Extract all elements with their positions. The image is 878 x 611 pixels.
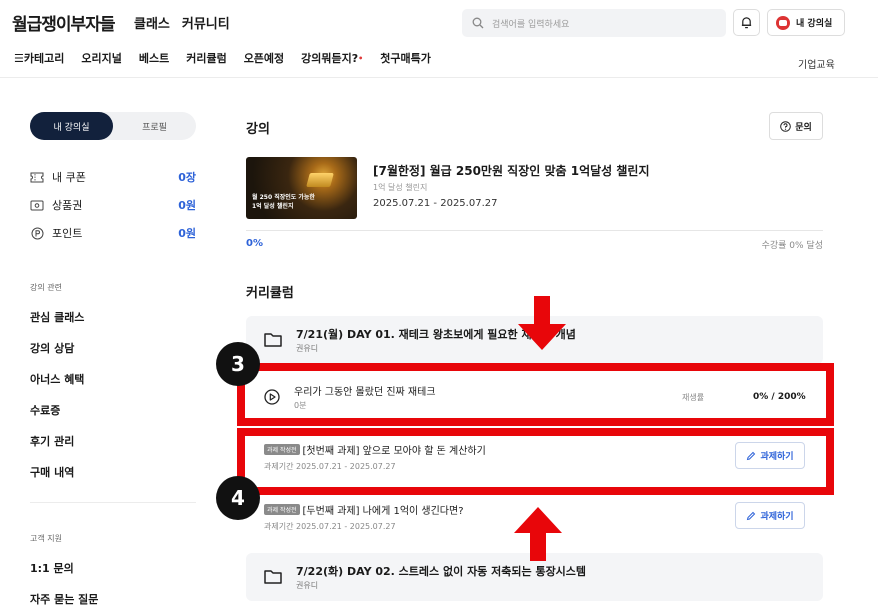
folder-icon xyxy=(264,570,282,584)
ticket-icon xyxy=(30,171,44,183)
my-lecture-label: 내 강의실 xyxy=(796,19,833,29)
notification-button[interactable] xyxy=(733,9,760,36)
folder-icon xyxy=(264,333,282,347)
course-title[interactable]: [7월한정] 월급 250만원 직장인 맞춤 1억달성 챌린지 xyxy=(373,162,650,179)
corp-edu-link[interactable]: 기업교육 xyxy=(798,56,835,71)
subnav-best[interactable]: 베스트 xyxy=(139,50,169,66)
my-lecture-button[interactable]: 내 강의실 xyxy=(767,9,845,36)
gold-bar-graphic xyxy=(306,173,334,187)
day2-title: 7/22(화) DAY 02. 스트레스 없이 자동 저축되는 통장시스템 xyxy=(296,565,587,578)
question-icon xyxy=(780,120,792,132)
course-thumbnail[interactable]: 월 250 직장인도 가능한 1억 달성 챌린지 xyxy=(246,157,357,219)
sidebar-item-reviews[interactable]: 후기 관리 xyxy=(30,433,74,449)
highlight-box-task xyxy=(237,428,834,495)
curriculum-heading: 커리큘럼 xyxy=(246,286,294,301)
sidebar-item-interest[interactable]: 관심 클래스 xyxy=(30,309,84,325)
lecture-heading: 강의 xyxy=(246,122,270,137)
inquiry-label: 문의 xyxy=(795,122,812,133)
course-subtitle: 1억 달성 챌린지 xyxy=(373,183,428,192)
subnav-open-soon[interactable]: 오픈예정 xyxy=(244,50,284,66)
progress-rate: 수강률 0% 달성 xyxy=(761,241,823,251)
tab-profile[interactable]: 프로필 xyxy=(113,112,196,140)
step-marker-4: 4 xyxy=(216,476,260,520)
sidebar-item-honors[interactable]: 아너스 혜택 xyxy=(30,371,84,387)
section-support-label: 고객 지원 xyxy=(30,534,62,543)
step-marker-3: 3 xyxy=(216,342,260,386)
sidebar-divider xyxy=(30,502,196,503)
new-dot: • xyxy=(358,54,364,63)
top-nav: 클래스 커뮤니티 xyxy=(134,13,230,32)
subnav-category[interactable]: ☰카테고리 xyxy=(14,50,64,66)
sub-nav: ☰카테고리 오리지널 베스트 커리큘럼 오픈예정 강의뭐듣지?• 첫구매특가 xyxy=(14,50,431,66)
highlight-box-lesson xyxy=(237,363,834,426)
sidebar-toggle: 내 강의실 프로필 xyxy=(30,112,196,140)
wallet-label: 내 쿠폰 xyxy=(52,171,86,184)
nav-community[interactable]: 커뮤니티 xyxy=(182,13,230,32)
search-icon xyxy=(472,17,484,29)
wallet-value: 0장 xyxy=(178,171,196,184)
sidebar-item-faq[interactable]: 자주 묻는 질문 xyxy=(30,591,98,607)
sidebar-item-purchases[interactable]: 구매 내역 xyxy=(30,464,74,480)
search-placeholder: 검색어를 입력하세요 xyxy=(492,19,570,30)
course-date: 2025.07.21 - 2025.07.27 xyxy=(373,198,498,209)
thumbnail-caption: 월 250 직장인도 가능한 1억 달성 챌린지 xyxy=(252,194,315,210)
subnav-what-to-take[interactable]: 강의뭐듣지?• xyxy=(301,50,363,66)
subnav-original[interactable]: 오리지널 xyxy=(81,50,121,66)
wallet-label: 포인트 xyxy=(52,227,83,240)
wallet-point[interactable]: 포인트 0원 xyxy=(30,225,196,241)
day2-instructor: 권유디 xyxy=(296,581,319,590)
sidebar-item-consult[interactable]: 강의 상담 xyxy=(30,340,74,356)
do-task-button-2[interactable]: 과제하기 xyxy=(735,502,805,529)
nav-class[interactable]: 클래스 xyxy=(134,13,170,32)
arrow-down-icon xyxy=(518,296,566,350)
sidebar-item-inquiry[interactable]: 1:1 문의 xyxy=(30,560,74,576)
point-icon xyxy=(30,227,44,239)
progress-percent: 0% xyxy=(246,238,263,249)
site-header: 월급쟁이부자들 클래스 커뮤니티 검색어를 입력하세요 내 강의실 ☰카테고리 … xyxy=(0,0,878,78)
wallet-voucher[interactable]: 상품권 0원 xyxy=(30,197,196,213)
voucher-icon xyxy=(30,199,44,211)
pencil-icon xyxy=(747,511,756,520)
subnav-curriculum[interactable]: 커리큘럼 xyxy=(186,50,226,66)
subnav-first-purchase[interactable]: 첫구매특가 xyxy=(380,50,431,66)
wallet-label: 상품권 xyxy=(52,199,83,212)
day1-instructor: 권유디 xyxy=(296,344,319,353)
wallet-value: 0원 xyxy=(178,199,196,212)
sidebar-item-certificate[interactable]: 수료증 xyxy=(30,402,60,418)
arrow-up-icon xyxy=(514,507,562,561)
task-title: [두번째 과제] 나에게 1억이 생긴다면? xyxy=(302,506,464,517)
avatar xyxy=(776,15,790,30)
tab-my-lecture[interactable]: 내 강의실 xyxy=(30,112,113,140)
search-input[interactable]: 검색어를 입력하세요 xyxy=(462,9,726,37)
do-task-label: 과제하기 xyxy=(760,512,794,522)
progress-bar xyxy=(246,230,823,231)
site-logo[interactable]: 월급쟁이부자들 xyxy=(12,10,115,35)
task-status-badge: 과제 작성전 xyxy=(264,504,300,515)
subnav-what-to-take-label: 강의뭐듣지? xyxy=(301,52,359,65)
wallet-value: 0원 xyxy=(178,227,196,240)
section-course-label: 강의 관련 xyxy=(30,283,62,292)
wallet-coupon[interactable]: 내 쿠폰 0장 xyxy=(30,169,196,185)
inquiry-button[interactable]: 문의 xyxy=(769,112,823,140)
bell-icon xyxy=(741,17,752,29)
